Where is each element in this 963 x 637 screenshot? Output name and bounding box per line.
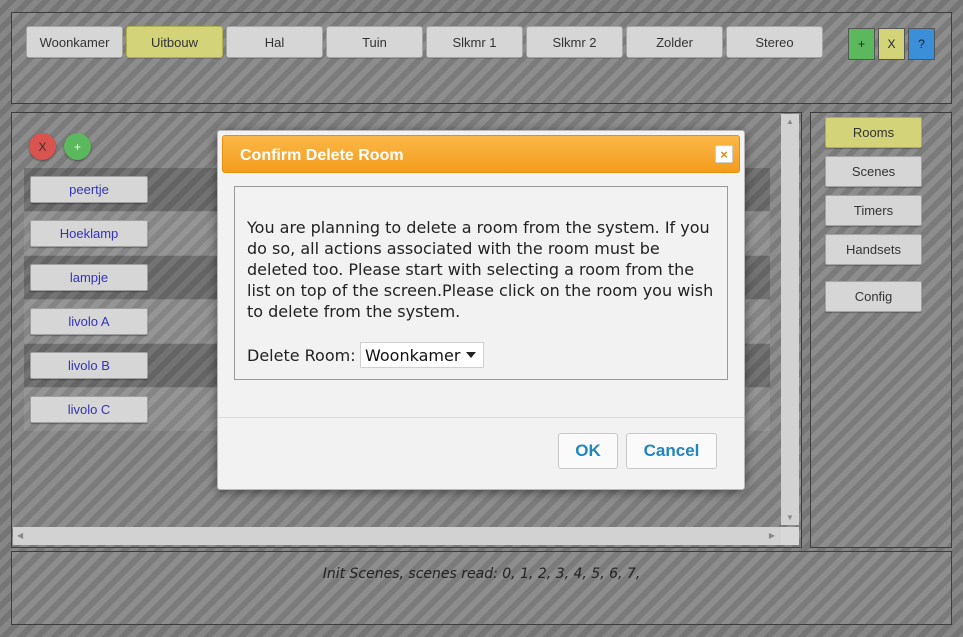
status-panel [11, 551, 952, 625]
scroll-right-icon[interactable]: ▶ [769, 531, 775, 540]
tab-room-uitbouw[interactable]: Uitbouw [126, 26, 223, 58]
divider [218, 417, 744, 418]
sidebar-item-rooms[interactable]: Rooms [825, 117, 922, 148]
selected-room-value: Woonkamer [365, 345, 461, 365]
device-button[interactable]: livolo A [30, 308, 148, 335]
scroll-left-icon[interactable]: ◀ [17, 531, 23, 540]
status-message: Init Scenes, scenes read: 0, 1, 2, 3, 4,… [322, 566, 641, 582]
dialog-message: You are planning to delete a room from t… [247, 218, 714, 321]
sidebar-item-scenes[interactable]: Scenes [825, 156, 922, 187]
tab-room-hal[interactable]: Hal [226, 26, 323, 58]
tab-room-zolder[interactable]: Zolder [626, 26, 723, 58]
device-button[interactable]: Hoeklamp [30, 220, 148, 247]
sidebar-item-config[interactable]: Config [825, 281, 922, 312]
scroll-down-icon[interactable]: ▼ [786, 513, 794, 522]
chevron-down-icon [466, 352, 476, 358]
horizontal-scrollbar[interactable]: ◀ ▶ [13, 527, 781, 545]
close-icon[interactable]: × [715, 145, 733, 163]
add-device-button[interactable]: + [64, 133, 91, 160]
cancel-button[interactable]: Cancel [626, 433, 717, 469]
help-button[interactable]: ? [908, 28, 935, 60]
delete-room-select[interactable]: Woonkamer [360, 342, 484, 368]
scrollbar-corner [781, 527, 799, 545]
tab-room-slkmr2[interactable]: Slkmr 2 [526, 26, 623, 58]
tab-room-woonkamer[interactable]: Woonkamer [26, 26, 123, 58]
dialog-title: Confirm Delete Room [240, 147, 404, 164]
sidebar-item-handsets[interactable]: Handsets [825, 234, 922, 265]
scroll-up-icon[interactable]: ▲ [786, 117, 794, 126]
tab-room-tuin[interactable]: Tuin [326, 26, 423, 58]
device-button[interactable]: livolo C [30, 396, 148, 423]
delete-device-button[interactable]: X [29, 133, 56, 160]
device-button[interactable]: peertje [30, 176, 148, 203]
confirm-delete-room-dialog: Confirm Delete Room × You are planning t… [217, 130, 745, 490]
remove-room-button[interactable]: X [878, 28, 905, 60]
dialog-header: Confirm Delete Room × [222, 135, 740, 173]
dialog-content: You are planning to delete a room from t… [234, 186, 728, 380]
tab-room-stereo[interactable]: Stereo [726, 26, 823, 58]
delete-room-label: Delete Room: [247, 346, 356, 365]
add-room-button[interactable]: + [848, 28, 875, 60]
device-button[interactable]: livolo B [30, 352, 148, 379]
ok-button[interactable]: OK [558, 433, 618, 469]
device-button[interactable]: lampje [30, 264, 148, 291]
sidebar-item-timers[interactable]: Timers [825, 195, 922, 226]
vertical-scrollbar[interactable]: ▲ ▼ [781, 114, 799, 525]
tab-room-slkmr1[interactable]: Slkmr 1 [426, 26, 523, 58]
